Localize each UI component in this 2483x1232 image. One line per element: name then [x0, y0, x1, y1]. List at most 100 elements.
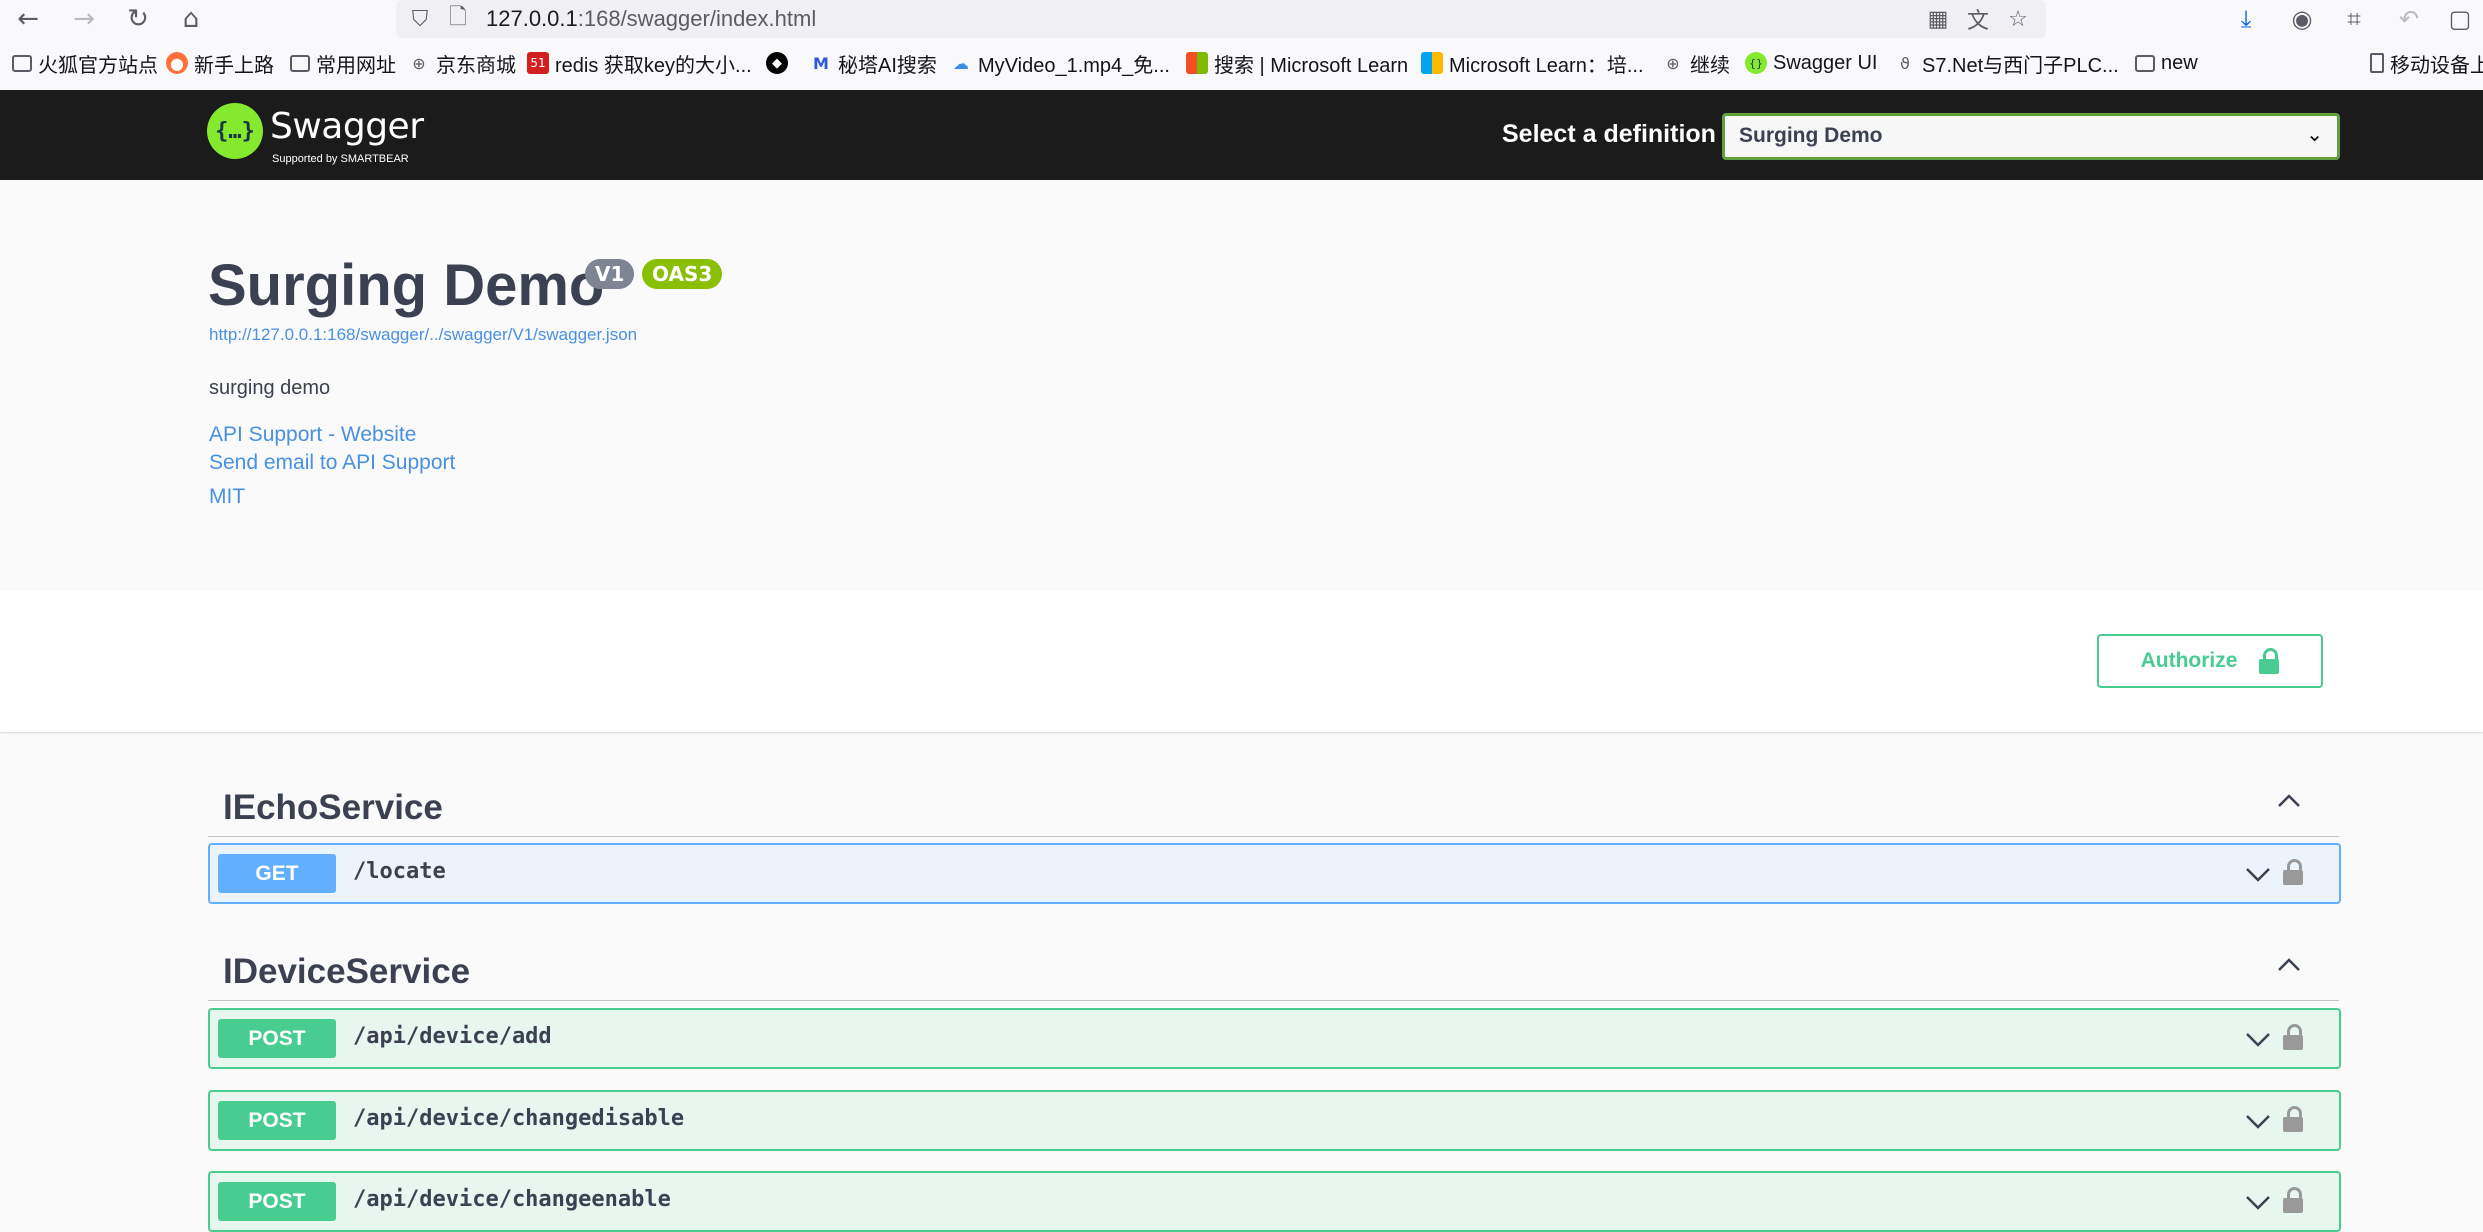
swagger-topbar: {…} Swagger Supported by SMARTBEAR Selec…: [0, 90, 2483, 180]
operation-path: /api/device/changedisable: [353, 1106, 685, 1131]
bookmark-label: MyVideo_1.mp4_免...: [978, 54, 1170, 77]
chevron-up-icon[interactable]: [2277, 789, 2301, 813]
swagger-icon: {}: [1745, 52, 1767, 74]
bookmark-item[interactable]: ⊕ 京东商城: [408, 48, 516, 78]
license-link[interactable]: MIT: [209, 485, 245, 509]
lock-icon[interactable]: [2283, 1187, 2303, 1213]
operation-path: /api/device/changeenable: [353, 1187, 671, 1212]
bookmark-label: 秘塔AI搜索: [838, 54, 937, 77]
extensions-icon[interactable]: ▢: [2444, 3, 2476, 35]
bookmark-label: 搜索 | Microsoft Learn: [1214, 54, 1409, 77]
operation-get-locate[interactable]: GET /locate: [208, 843, 2341, 904]
qr-code-icon[interactable]: ▦: [1922, 3, 1954, 35]
folder-icon: [12, 54, 32, 72]
firefox-icon: ●: [166, 52, 188, 74]
bookmark-item[interactable]: 51 redis 获取key的大小...: [527, 48, 752, 78]
shield-icon[interactable]: ⛉: [404, 3, 436, 35]
tag-name: IDeviceService: [223, 952, 471, 991]
bookmark-label: 京东商城: [436, 54, 516, 77]
folder-icon: [2135, 54, 2155, 72]
bookmark-label: redis 获取key的大小...: [555, 54, 752, 77]
method-badge: POST: [218, 1182, 336, 1221]
download-icon[interactable]: ⤓: [2230, 3, 2262, 35]
bookmark-item[interactable]: {} Swagger UI: [1745, 48, 1878, 78]
swagger-logo-icon[interactable]: {…}: [207, 103, 263, 159]
mobile-icon: [2370, 53, 2384, 73]
oas-badge: OAS3: [642, 259, 723, 289]
address-bar[interactable]: ⛉ 🗋 127.0.0.1:168/swagger/index.html ▦ 文…: [396, 0, 2046, 38]
bookmark-label: 继续: [1690, 54, 1730, 77]
operation-post-device-changedisable[interactable]: POST /api/device/changedisable: [208, 1090, 2341, 1151]
chevron-down-icon[interactable]: [2245, 1028, 2271, 1050]
tag-header-ideviceservice[interactable]: IDeviceService: [208, 935, 2339, 1001]
url-text[interactable]: 127.0.0.1:168/swagger/index.html: [486, 6, 816, 32]
spec-url-link[interactable]: http://127.0.0.1:168/swagger/../swagger/…: [209, 325, 637, 345]
bookmark-item[interactable]: 火狐官方站点: [12, 48, 158, 78]
bookmark-item[interactable]: ϑ S7.Net与西门子PLC...: [1894, 48, 2119, 78]
url-host: 127.0.0.1: [486, 6, 578, 31]
globe-icon: ⊕: [1666, 53, 1680, 73]
bookmark-label: 移动设备上: [2390, 54, 2483, 77]
star-icon[interactable]: ☆: [2002, 3, 2034, 35]
tag-name: IEchoService: [223, 788, 443, 827]
bookmark-label: 常用网址: [316, 54, 396, 77]
chevron-down-icon[interactable]: [2245, 1191, 2271, 1213]
authorize-button[interactable]: Authorize: [2097, 634, 2323, 688]
lock-icon[interactable]: [2283, 1024, 2303, 1050]
undo-icon[interactable]: ↶: [2393, 3, 2425, 35]
method-badge: POST: [218, 1101, 336, 1140]
lock-icon[interactable]: [2283, 1106, 2303, 1132]
api-info: Surging Demo V1 OAS3 http://127.0.0.1:16…: [0, 180, 2483, 590]
support-email-link[interactable]: Send email to API Support: [209, 451, 455, 475]
bookmark-item[interactable]: 常用网址: [290, 48, 396, 78]
forward-icon[interactable]: →: [68, 3, 100, 35]
method-badge: POST: [218, 1019, 336, 1058]
page-info-icon[interactable]: 🗋: [442, 3, 474, 35]
bookmark-label: Microsoft Learn：培...: [1449, 54, 1644, 77]
operation-post-device-changeenable[interactable]: POST /api/device/changeenable: [208, 1171, 2341, 1232]
reload-icon[interactable]: ↻: [122, 3, 154, 35]
logo-subtext: Supported by SMARTBEAR: [272, 153, 409, 165]
definition-select[interactable]: Surging Demo ⌄: [1722, 113, 2340, 160]
bookmark-item[interactable]: 搜索 | Microsoft Learn: [1186, 48, 1408, 78]
back-icon[interactable]: ←: [12, 3, 44, 35]
translate-icon[interactable]: 文: [1962, 3, 1994, 35]
bookmark-label: 新手上路: [194, 54, 274, 77]
site-51-icon: 51: [527, 52, 549, 74]
microsoft-icon: [1186, 52, 1208, 74]
unlock-icon: [2259, 648, 2280, 674]
bookmark-item[interactable]: Microsoft Learn：培...: [1421, 48, 1644, 78]
folder-icon: [290, 54, 310, 72]
bookmark-label: Swagger UI: [1773, 51, 1878, 74]
support-website-link[interactable]: API Support - Website: [209, 423, 416, 447]
bookmark-label: 火狐官方站点: [38, 54, 158, 77]
metaso-icon: M: [813, 53, 829, 73]
globe-icon: ⊕: [412, 53, 426, 73]
chevron-down-icon[interactable]: [2245, 1110, 2271, 1132]
bookmark-item[interactable]: ◆: [766, 48, 794, 78]
chevron-up-icon[interactable]: [2277, 953, 2301, 977]
cloud-icon: ☁: [953, 53, 969, 73]
chevron-down-icon[interactable]: [2245, 863, 2271, 885]
bookmark-item[interactable]: ⊕ 继续: [1662, 48, 1730, 78]
page-title: Surging Demo: [208, 253, 605, 318]
bookmark-item[interactable]: 移动设备上: [2370, 48, 2483, 78]
screenshot-crop-icon[interactable]: ⌗: [2338, 3, 2370, 35]
bookmark-item[interactable]: new: [2135, 48, 2198, 78]
api-description: surging demo: [209, 377, 331, 399]
definition-select-value: Surging Demo: [1739, 124, 1883, 147]
lock-icon[interactable]: [2283, 859, 2303, 885]
chevron-down-icon: ⌄: [2306, 122, 2323, 146]
operation-post-device-add[interactable]: POST /api/device/add: [208, 1008, 2341, 1069]
github-icon: ◆: [766, 52, 788, 74]
method-badge: GET: [218, 854, 336, 893]
url-path: :168/swagger/index.html: [577, 6, 817, 31]
browser-toolbar: ← → ↻ ⌂ ⛉ 🗋 127.0.0.1:168/swagger/index.…: [0, 0, 2483, 38]
bookmark-item[interactable]: M 秘塔AI搜索: [810, 48, 937, 78]
tag-header-iechoservice[interactable]: IEchoService: [208, 771, 2339, 837]
account-icon[interactable]: ◉: [2286, 3, 2318, 35]
home-icon[interactable]: ⌂: [175, 3, 207, 35]
operation-path: /api/device/add: [353, 1024, 552, 1049]
bookmark-item[interactable]: ● 新手上路: [166, 48, 274, 78]
bookmark-item[interactable]: ☁ MyVideo_1.mp4_免...: [950, 48, 1170, 78]
